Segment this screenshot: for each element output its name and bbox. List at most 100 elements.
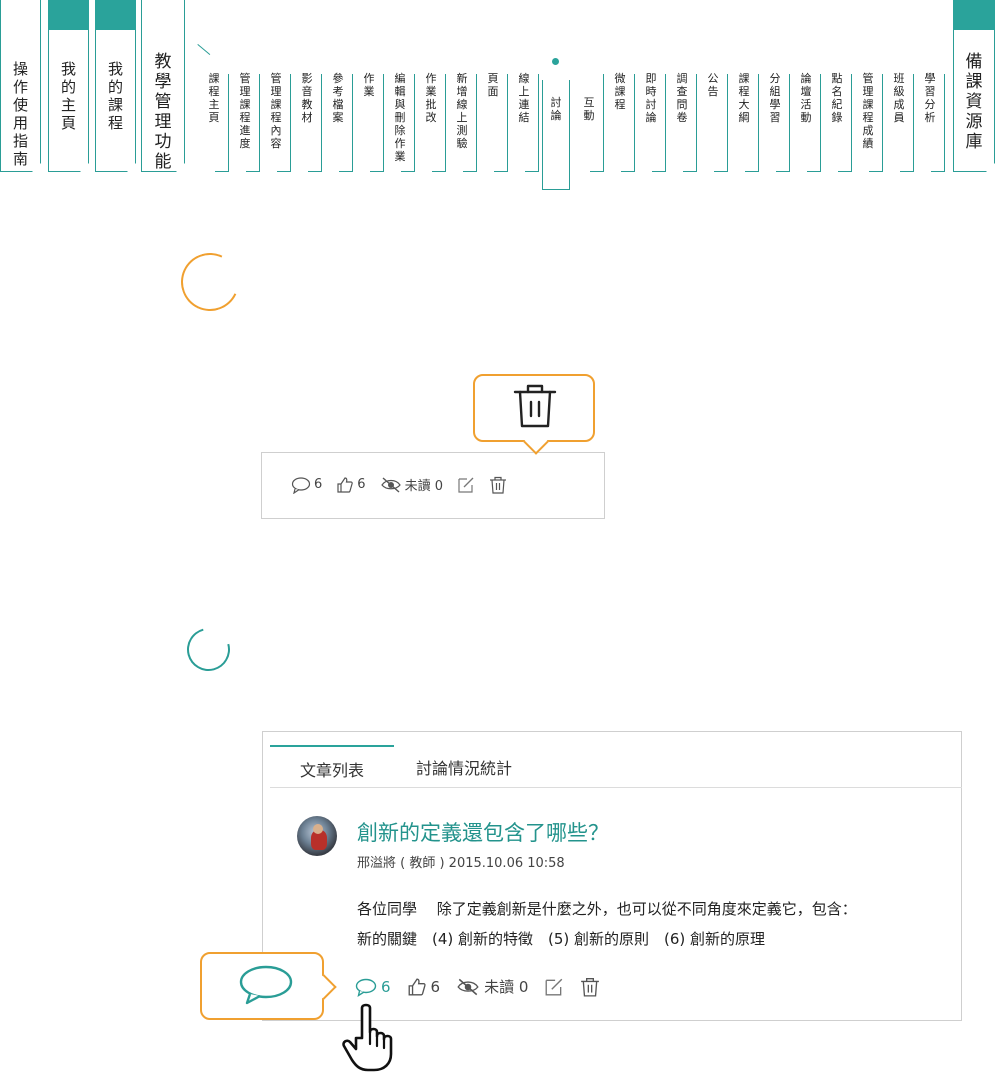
menu-item-new-quiz[interactable]: 新 增 線 上 測 驗: [447, 60, 477, 172]
menu-label: 管 理 課 程 成 績: [862, 72, 874, 150]
comment-count[interactable]: 6: [291, 476, 322, 494]
menu-item-syllabus[interactable]: 課 程 大 綱: [729, 60, 759, 172]
tab-discussion-stats[interactable]: 討論情況統計: [416, 745, 512, 787]
menu-item-interaction[interactable]: 互 動: [574, 60, 604, 172]
menu-item-page[interactable]: 頁 面: [478, 60, 508, 172]
menu-label: 互 動: [583, 96, 595, 122]
tab-user-guide-label: 操 作 使 用 指 南: [12, 60, 28, 168]
menu-item-micro-course[interactable]: 微 課 程: [605, 60, 635, 172]
tab-teaching-management-label: 教 學 管 理 功 能: [154, 52, 172, 172]
menu-item-announcement[interactable]: 公 告: [698, 60, 728, 172]
comment-count[interactable]: 6: [355, 977, 391, 997]
menu-label: 課 程 大 綱: [738, 72, 750, 124]
tab-resource-library[interactable]: 備 課 資 源 庫: [953, 0, 995, 172]
comment-icon: [355, 978, 377, 997]
like-count[interactable]: 6: [336, 476, 366, 494]
tab-my-homepage-label: 我 的 主 頁: [60, 60, 76, 132]
step-marker-circle-orange: [172, 244, 248, 320]
tab-my-courses[interactable]: 我 的 課 程: [95, 0, 136, 172]
trash-icon: [581, 977, 600, 997]
menu-item-class-members[interactable]: 班 級 成 員: [884, 60, 914, 172]
menu-item-course-content[interactable]: 管 理 課 程 內 容: [261, 60, 291, 172]
post-toolbar: 6 6 未讀 0: [291, 475, 521, 494]
menu-label: 線 上 連 結: [518, 72, 530, 124]
eye-unread-icon: [457, 978, 479, 995]
menu-item-grades[interactable]: 管 理 課 程 成 績: [853, 60, 883, 172]
menu-label: 點 名 紀 錄: [831, 72, 843, 124]
menu-item-homework[interactable]: 作 業: [354, 60, 384, 172]
menu-label: 課 程 主 頁: [208, 72, 220, 124]
comment-count-value: 6: [314, 477, 323, 492]
menu-item-reference-files[interactable]: 參 考 檔 案: [323, 60, 353, 172]
menu-label: 公 告: [707, 72, 719, 98]
menu-label: 管 理 課 程 內 容: [270, 72, 282, 150]
menu-label: 分 組 學 習: [769, 72, 781, 124]
post-actions-toolbar: 6 6 未讀 0: [355, 976, 616, 997]
step-marker-circle-teal: [179, 620, 238, 679]
discussion-tabs: 文章列表 討論情況統計: [270, 745, 962, 788]
menu-connector: [197, 44, 211, 56]
edit-icon: [458, 477, 474, 493]
unread-label: 未讀 0: [404, 479, 443, 494]
menu-item-online-link[interactable]: 線 上 連 結: [509, 60, 539, 172]
menu-label: 管 理 課 程 進 度: [239, 72, 251, 150]
menu-item-discussion[interactable]: 討 論: [541, 60, 571, 172]
menu-item-survey[interactable]: 調 查 問 卷: [667, 60, 697, 172]
post-body-line-1: 各位同學 除了定義創新是什麼之外，也可以從不同角度來定義它，包含：: [357, 900, 857, 918]
pointer-hand-icon: [342, 1003, 393, 1072]
menu-label: 編 輯 與 刪 除 作 業: [394, 72, 406, 163]
menu-label: 作 業: [363, 72, 375, 98]
menu-label: 論 壇 活 動: [800, 72, 812, 124]
trash-icon: [489, 476, 506, 494]
trash-icon: [513, 384, 557, 428]
edit-button[interactable]: [544, 977, 564, 997]
edit-icon: [545, 978, 563, 995]
menu-label: 學 習 分 析: [924, 72, 936, 124]
menu-label: 班 級 成 員: [893, 72, 905, 124]
menu-item-edit-homework[interactable]: 編 輯 與 刪 除 作 業: [385, 60, 415, 172]
tab-resource-library-label: 備 課 資 源 庫: [965, 52, 983, 152]
unread-status[interactable]: 未讀 0: [380, 475, 443, 494]
menu-label: 作 業 批 改: [425, 72, 437, 124]
menu-label: 影 音 教 材: [301, 72, 313, 124]
comment-icon: [239, 965, 293, 1005]
unread-status[interactable]: 未讀 0: [456, 976, 528, 997]
like-count-value: 6: [430, 977, 441, 996]
menu-label: 即 時 討 論: [645, 72, 657, 124]
menu-item-course-home[interactable]: 課 程 主 頁: [199, 60, 229, 172]
menu-item-attendance[interactable]: 點 名 紀 錄: [822, 60, 852, 172]
menu-label: 新 增 線 上 測 驗: [456, 72, 468, 150]
post-body-line-2: 新的關鍵 (4) 創新的特徵 (5) 創新的原則 (6) 創新的原理: [357, 930, 766, 948]
comment-count-value: 6: [381, 977, 391, 996]
post-meta: 邢溢將 ( 教師 ) 2015.10.06 10:58: [357, 856, 565, 871]
menu-label: 微 課 程: [614, 72, 626, 111]
tab-user-guide[interactable]: 操 作 使 用 指 南: [0, 0, 41, 172]
menu-item-learning-analytics[interactable]: 學 習 分 析: [915, 60, 945, 172]
tab-teaching-management[interactable]: 教 學 管 理 功 能: [141, 0, 185, 172]
menu-label: 討 論: [550, 96, 562, 122]
like-count[interactable]: 6: [407, 977, 441, 997]
delete-button[interactable]: [580, 977, 600, 997]
unread-label: 未讀 0: [484, 978, 529, 996]
edit-button[interactable]: [457, 476, 475, 494]
menu-item-forum-activity[interactable]: 論 壇 活 動: [791, 60, 821, 172]
menu-label: 參 考 檔 案: [332, 72, 344, 124]
eye-unread-icon: [380, 476, 401, 493]
comment-icon: [291, 476, 311, 494]
thumb-up-icon: [337, 476, 354, 493]
avatar[interactable]: [297, 816, 337, 856]
tab-my-courses-label: 我 的 課 程: [107, 60, 123, 132]
tab-my-homepage[interactable]: 我 的 主 頁: [48, 0, 89, 172]
menu-label: 調 查 問 卷: [676, 72, 688, 124]
menu-label: 頁 面: [487, 72, 499, 98]
post-title[interactable]: 創新的定義還包含了哪些？: [357, 817, 609, 847]
menu-item-video-materials[interactable]: 影 音 教 材: [292, 60, 322, 172]
menu-item-course-progress[interactable]: 管 理 課 程 進 度: [230, 60, 260, 172]
menu-item-grade-homework[interactable]: 作 業 批 改: [416, 60, 446, 172]
tab-article-list[interactable]: 文章列表: [270, 745, 394, 789]
thumb-up-icon: [408, 978, 426, 995]
like-count-value: 6: [357, 477, 366, 492]
menu-item-group-learning[interactable]: 分 組 學 習: [760, 60, 790, 172]
menu-item-live-discussion[interactable]: 即 時 討 論: [636, 60, 666, 172]
delete-button[interactable]: [489, 476, 507, 494]
